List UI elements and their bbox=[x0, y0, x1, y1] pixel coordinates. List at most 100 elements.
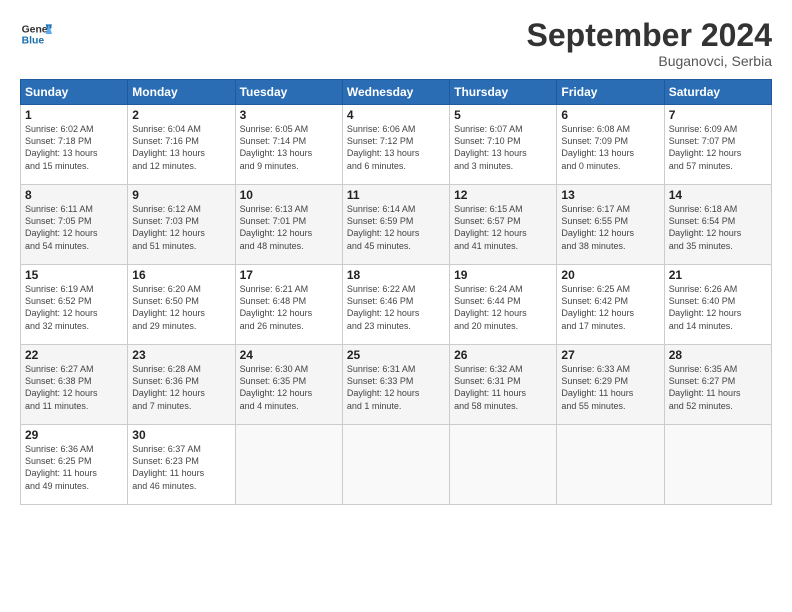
calendar-cell: 29Sunrise: 6:36 AM Sunset: 6:25 PM Dayli… bbox=[21, 425, 128, 505]
calendar-cell: 1Sunrise: 6:02 AM Sunset: 7:18 PM Daylig… bbox=[21, 105, 128, 185]
weekday-header-monday: Monday bbox=[128, 80, 235, 105]
svg-text:Blue: Blue bbox=[22, 36, 45, 47]
day-info: Sunrise: 6:14 AM Sunset: 6:59 PM Dayligh… bbox=[347, 203, 445, 252]
calendar-header-row: SundayMondayTuesdayWednesdayThursdayFrid… bbox=[21, 80, 772, 105]
calendar-cell: 11Sunrise: 6:14 AM Sunset: 6:59 PM Dayli… bbox=[342, 185, 449, 265]
calendar-cell: 23Sunrise: 6:28 AM Sunset: 6:36 PM Dayli… bbox=[128, 345, 235, 425]
day-number: 1 bbox=[25, 108, 123, 122]
day-number: 28 bbox=[669, 348, 767, 362]
calendar-cell: 20Sunrise: 6:25 AM Sunset: 6:42 PM Dayli… bbox=[557, 265, 664, 345]
day-number: 9 bbox=[132, 188, 230, 202]
day-number: 12 bbox=[454, 188, 552, 202]
calendar-cell: 14Sunrise: 6:18 AM Sunset: 6:54 PM Dayli… bbox=[664, 185, 771, 265]
day-info: Sunrise: 6:18 AM Sunset: 6:54 PM Dayligh… bbox=[669, 203, 767, 252]
day-info: Sunrise: 6:20 AM Sunset: 6:50 PM Dayligh… bbox=[132, 283, 230, 332]
day-info: Sunrise: 6:21 AM Sunset: 6:48 PM Dayligh… bbox=[240, 283, 338, 332]
calendar-cell: 9Sunrise: 6:12 AM Sunset: 7:03 PM Daylig… bbox=[128, 185, 235, 265]
day-info: Sunrise: 6:06 AM Sunset: 7:12 PM Dayligh… bbox=[347, 123, 445, 172]
day-info: Sunrise: 6:17 AM Sunset: 6:55 PM Dayligh… bbox=[561, 203, 659, 252]
day-info: Sunrise: 6:33 AM Sunset: 6:29 PM Dayligh… bbox=[561, 363, 659, 412]
day-number: 27 bbox=[561, 348, 659, 362]
day-info: Sunrise: 6:36 AM Sunset: 6:25 PM Dayligh… bbox=[25, 443, 123, 492]
day-number: 14 bbox=[669, 188, 767, 202]
day-info: Sunrise: 6:07 AM Sunset: 7:10 PM Dayligh… bbox=[454, 123, 552, 172]
day-info: Sunrise: 6:27 AM Sunset: 6:38 PM Dayligh… bbox=[25, 363, 123, 412]
day-number: 16 bbox=[132, 268, 230, 282]
day-number: 30 bbox=[132, 428, 230, 442]
day-info: Sunrise: 6:05 AM Sunset: 7:14 PM Dayligh… bbox=[240, 123, 338, 172]
day-number: 22 bbox=[25, 348, 123, 362]
calendar-cell: 8Sunrise: 6:11 AM Sunset: 7:05 PM Daylig… bbox=[21, 185, 128, 265]
day-number: 5 bbox=[454, 108, 552, 122]
calendar-cell bbox=[342, 425, 449, 505]
calendar-cell: 4Sunrise: 6:06 AM Sunset: 7:12 PM Daylig… bbox=[342, 105, 449, 185]
day-number: 20 bbox=[561, 268, 659, 282]
calendar-cell: 16Sunrise: 6:20 AM Sunset: 6:50 PM Dayli… bbox=[128, 265, 235, 345]
day-number: 7 bbox=[669, 108, 767, 122]
day-info: Sunrise: 6:12 AM Sunset: 7:03 PM Dayligh… bbox=[132, 203, 230, 252]
calendar-cell: 18Sunrise: 6:22 AM Sunset: 6:46 PM Dayli… bbox=[342, 265, 449, 345]
calendar-cell: 3Sunrise: 6:05 AM Sunset: 7:14 PM Daylig… bbox=[235, 105, 342, 185]
calendar-cell: 24Sunrise: 6:30 AM Sunset: 6:35 PM Dayli… bbox=[235, 345, 342, 425]
day-info: Sunrise: 6:35 AM Sunset: 6:27 PM Dayligh… bbox=[669, 363, 767, 412]
weekday-header-friday: Friday bbox=[557, 80, 664, 105]
day-info: Sunrise: 6:11 AM Sunset: 7:05 PM Dayligh… bbox=[25, 203, 123, 252]
logo: General Blue bbox=[20, 18, 52, 50]
day-number: 3 bbox=[240, 108, 338, 122]
day-number: 24 bbox=[240, 348, 338, 362]
day-number: 13 bbox=[561, 188, 659, 202]
day-info: Sunrise: 6:30 AM Sunset: 6:35 PM Dayligh… bbox=[240, 363, 338, 412]
calendar-cell: 27Sunrise: 6:33 AM Sunset: 6:29 PM Dayli… bbox=[557, 345, 664, 425]
calendar-cell bbox=[235, 425, 342, 505]
location-subtitle: Buganovci, Serbia bbox=[527, 53, 772, 69]
day-number: 11 bbox=[347, 188, 445, 202]
title-block: September 2024 Buganovci, Serbia bbox=[527, 18, 772, 69]
day-number: 8 bbox=[25, 188, 123, 202]
day-info: Sunrise: 6:26 AM Sunset: 6:40 PM Dayligh… bbox=[669, 283, 767, 332]
day-number: 4 bbox=[347, 108, 445, 122]
day-info: Sunrise: 6:19 AM Sunset: 6:52 PM Dayligh… bbox=[25, 283, 123, 332]
calendar-cell: 26Sunrise: 6:32 AM Sunset: 6:31 PM Dayli… bbox=[450, 345, 557, 425]
day-info: Sunrise: 6:02 AM Sunset: 7:18 PM Dayligh… bbox=[25, 123, 123, 172]
day-number: 23 bbox=[132, 348, 230, 362]
day-info: Sunrise: 6:31 AM Sunset: 6:33 PM Dayligh… bbox=[347, 363, 445, 412]
day-info: Sunrise: 6:08 AM Sunset: 7:09 PM Dayligh… bbox=[561, 123, 659, 172]
day-info: Sunrise: 6:15 AM Sunset: 6:57 PM Dayligh… bbox=[454, 203, 552, 252]
day-number: 25 bbox=[347, 348, 445, 362]
calendar-cell: 2Sunrise: 6:04 AM Sunset: 7:16 PM Daylig… bbox=[128, 105, 235, 185]
day-number: 17 bbox=[240, 268, 338, 282]
day-number: 26 bbox=[454, 348, 552, 362]
page-header: General Blue September 2024 Buganovci, S… bbox=[20, 18, 772, 69]
calendar-cell bbox=[450, 425, 557, 505]
day-info: Sunrise: 6:04 AM Sunset: 7:16 PM Dayligh… bbox=[132, 123, 230, 172]
calendar-cell: 7Sunrise: 6:09 AM Sunset: 7:07 PM Daylig… bbox=[664, 105, 771, 185]
day-info: Sunrise: 6:22 AM Sunset: 6:46 PM Dayligh… bbox=[347, 283, 445, 332]
calendar-cell: 5Sunrise: 6:07 AM Sunset: 7:10 PM Daylig… bbox=[450, 105, 557, 185]
day-info: Sunrise: 6:32 AM Sunset: 6:31 PM Dayligh… bbox=[454, 363, 552, 412]
calendar-cell: 10Sunrise: 6:13 AM Sunset: 7:01 PM Dayli… bbox=[235, 185, 342, 265]
day-number: 18 bbox=[347, 268, 445, 282]
month-title: September 2024 bbox=[527, 18, 772, 53]
calendar-table: SundayMondayTuesdayWednesdayThursdayFrid… bbox=[20, 79, 772, 505]
calendar-cell: 12Sunrise: 6:15 AM Sunset: 6:57 PM Dayli… bbox=[450, 185, 557, 265]
calendar-cell bbox=[664, 425, 771, 505]
day-number: 2 bbox=[132, 108, 230, 122]
day-number: 10 bbox=[240, 188, 338, 202]
logo-icon: General Blue bbox=[20, 18, 52, 50]
calendar-cell: 30Sunrise: 6:37 AM Sunset: 6:23 PM Dayli… bbox=[128, 425, 235, 505]
day-number: 21 bbox=[669, 268, 767, 282]
weekday-header-sunday: Sunday bbox=[21, 80, 128, 105]
day-number: 6 bbox=[561, 108, 659, 122]
calendar-cell: 13Sunrise: 6:17 AM Sunset: 6:55 PM Dayli… bbox=[557, 185, 664, 265]
day-info: Sunrise: 6:13 AM Sunset: 7:01 PM Dayligh… bbox=[240, 203, 338, 252]
calendar-cell: 28Sunrise: 6:35 AM Sunset: 6:27 PM Dayli… bbox=[664, 345, 771, 425]
weekday-header-wednesday: Wednesday bbox=[342, 80, 449, 105]
calendar-cell: 25Sunrise: 6:31 AM Sunset: 6:33 PM Dayli… bbox=[342, 345, 449, 425]
calendar-cell: 19Sunrise: 6:24 AM Sunset: 6:44 PM Dayli… bbox=[450, 265, 557, 345]
calendar-cell bbox=[557, 425, 664, 505]
weekday-header-thursday: Thursday bbox=[450, 80, 557, 105]
weekday-header-tuesday: Tuesday bbox=[235, 80, 342, 105]
calendar-cell: 17Sunrise: 6:21 AM Sunset: 6:48 PM Dayli… bbox=[235, 265, 342, 345]
weekday-header-saturday: Saturday bbox=[664, 80, 771, 105]
day-info: Sunrise: 6:37 AM Sunset: 6:23 PM Dayligh… bbox=[132, 443, 230, 492]
